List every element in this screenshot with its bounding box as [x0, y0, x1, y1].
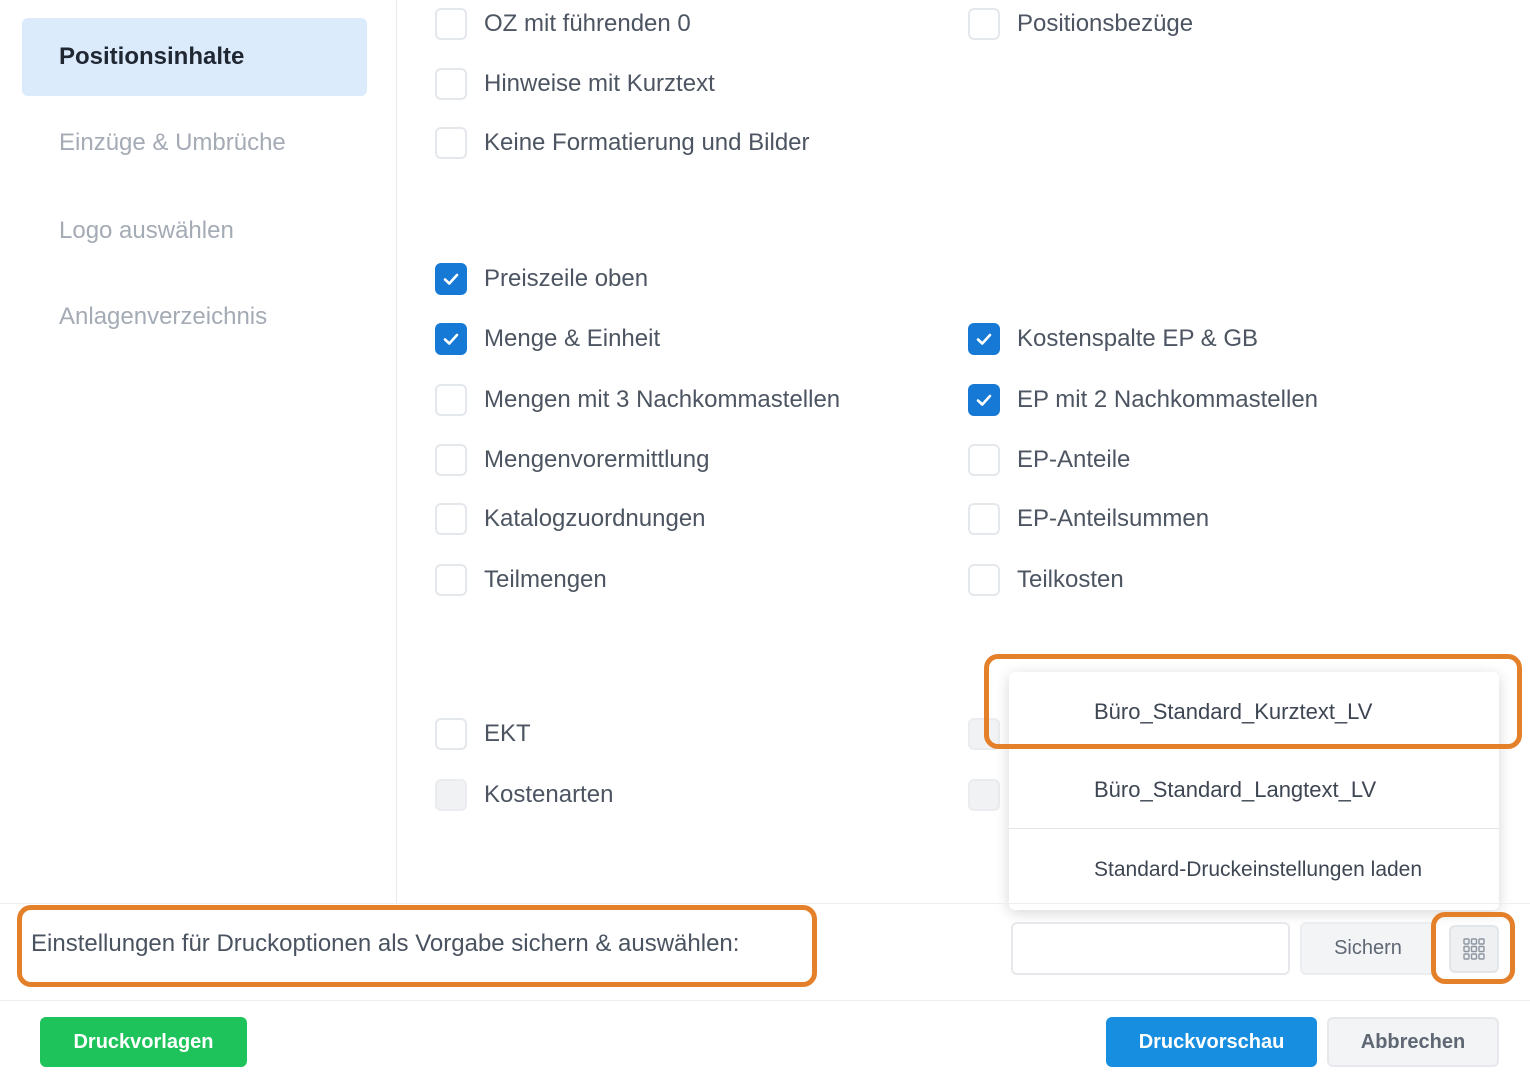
divider: [0, 903, 1530, 904]
checkbox[interactable]: [435, 263, 467, 295]
sidebar-item-logo-auswaehlen[interactable]: Logo auswählen: [22, 192, 367, 270]
checkbox[interactable]: [435, 503, 467, 535]
checkbox[interactable]: [435, 779, 467, 811]
checkbox[interactable]: [435, 8, 467, 40]
preset-item-kurztext[interactable]: Büro_Standard_Kurztext_LV: [1009, 672, 1499, 752]
option-oz-fuehrende-null[interactable]: OZ mit führenden 0: [435, 6, 691, 42]
checkbox[interactable]: [968, 8, 1000, 40]
checkbox[interactable]: [435, 323, 467, 355]
print-templates-button[interactable]: Druckvorlagen: [40, 1017, 247, 1067]
option-label: Mengenvorermittlung: [484, 446, 710, 473]
option-teilmengen[interactable]: Teilmengen: [435, 562, 607, 598]
option-label: Katalogzuordnungen: [484, 505, 706, 532]
checkbox[interactable]: [435, 384, 467, 416]
checkbox[interactable]: [435, 564, 467, 596]
option-label: Hinweise mit Kurztext: [484, 70, 715, 97]
option-ep-anteile[interactable]: EP-Anteile: [968, 442, 1130, 478]
checkbox[interactable]: [435, 444, 467, 476]
checkbox[interactable]: [968, 384, 1000, 416]
option-label: Teilkosten: [1017, 566, 1124, 593]
sidebar-item-einzuege-umbrueche[interactable]: Einzüge & Umbrüche: [22, 104, 367, 182]
option-label: Kostenspalte EP & GB: [1017, 325, 1259, 352]
option-label: EP-Anteile: [1017, 446, 1131, 473]
option-ekt[interactable]: EKT: [435, 716, 531, 752]
checkbox[interactable]: [435, 68, 467, 100]
sidebar-item-anlagenverzeichnis[interactable]: Anlagenverzeichnis: [22, 278, 367, 356]
option-label: Kostenarten: [484, 781, 614, 808]
option-label: Teilmengen: [484, 566, 607, 593]
check-icon: [976, 394, 992, 406]
option-katalogzuordnungen[interactable]: Katalogzuordnungen: [435, 501, 706, 537]
option-label: EKT: [484, 720, 531, 747]
checkbox-hidden[interactable]: [968, 718, 1000, 750]
check-icon: [976, 333, 992, 345]
divider: [0, 1000, 1530, 1001]
option-positionsbezuege[interactable]: Positionsbezüge: [968, 6, 1193, 42]
checkbox[interactable]: [435, 127, 467, 159]
grid-icon: [1463, 938, 1485, 960]
option-label: Keine Formatierung und Bilder: [484, 129, 810, 156]
option-label: Menge & Einheit: [484, 325, 661, 352]
cancel-button[interactable]: Abbrechen: [1327, 1017, 1499, 1067]
option-label: Mengen mit 3 Nachkommastellen: [484, 386, 841, 413]
checkbox[interactable]: [968, 564, 1000, 596]
option-label: Positionsbezüge: [1017, 10, 1194, 37]
checkbox[interactable]: [435, 718, 467, 750]
option-ep-2-nachkomma[interactable]: EP mit 2 Nachkommastellen: [968, 382, 1318, 418]
option-mengen-3-nachkomma[interactable]: Mengen mit 3 Nachkommastellen: [435, 382, 840, 418]
checkbox[interactable]: [968, 503, 1000, 535]
sidebar: Positionsinhalte Einzüge & Umbrüche Logo…: [0, 0, 397, 903]
option-label: EP-Anteilsummen: [1017, 505, 1210, 532]
checkbox[interactable]: [968, 444, 1000, 476]
option-ep-anteilsummen[interactable]: EP-Anteilsummen: [968, 501, 1209, 537]
option-kostenspalte[interactable]: Kostenspalte EP & GB: [968, 321, 1258, 357]
load-default-settings-item[interactable]: Standard-Druckeinstellungen laden: [1009, 829, 1499, 910]
preset-dropdown-menu: Büro_Standard_Kurztext_LV Büro_Standard_…: [1009, 672, 1499, 910]
preset-item-langtext[interactable]: Büro_Standard_Langtext_LV: [1009, 752, 1499, 828]
option-menge-einheit[interactable]: Menge & Einheit: [435, 321, 660, 357]
preset-menu-button[interactable]: [1449, 925, 1499, 973]
option-keine-formatierung[interactable]: Keine Formatierung und Bilder: [435, 125, 810, 161]
option-kostenarten[interactable]: Kostenarten: [435, 777, 613, 813]
option-label: OZ mit führenden 0: [484, 10, 691, 37]
save-preset-button[interactable]: Sichern: [1300, 922, 1436, 975]
option-hinweise-kurztext[interactable]: Hinweise mit Kurztext: [435, 66, 715, 102]
check-icon: [443, 333, 459, 345]
option-teilkosten[interactable]: Teilkosten: [968, 562, 1124, 598]
option-preiszeile-oben[interactable]: Preiszeile oben: [435, 261, 648, 297]
option-mengenvorermittlung[interactable]: Mengenvorermittlung: [435, 442, 709, 478]
check-icon: [443, 273, 459, 285]
sidebar-item-positionsinhalte[interactable]: Positionsinhalte: [22, 18, 367, 96]
option-label: Preiszeile oben: [484, 265, 649, 292]
preset-name-input[interactable]: [1011, 922, 1290, 975]
checkbox[interactable]: [968, 323, 1000, 355]
checkbox-hidden[interactable]: [968, 779, 1000, 811]
print-preview-button[interactable]: Druckvorschau: [1106, 1017, 1317, 1067]
option-label: EP mit 2 Nachkommastellen: [1017, 386, 1319, 413]
preset-bar-label: Einstellungen für Druckoptionen als Vorg…: [31, 930, 740, 957]
